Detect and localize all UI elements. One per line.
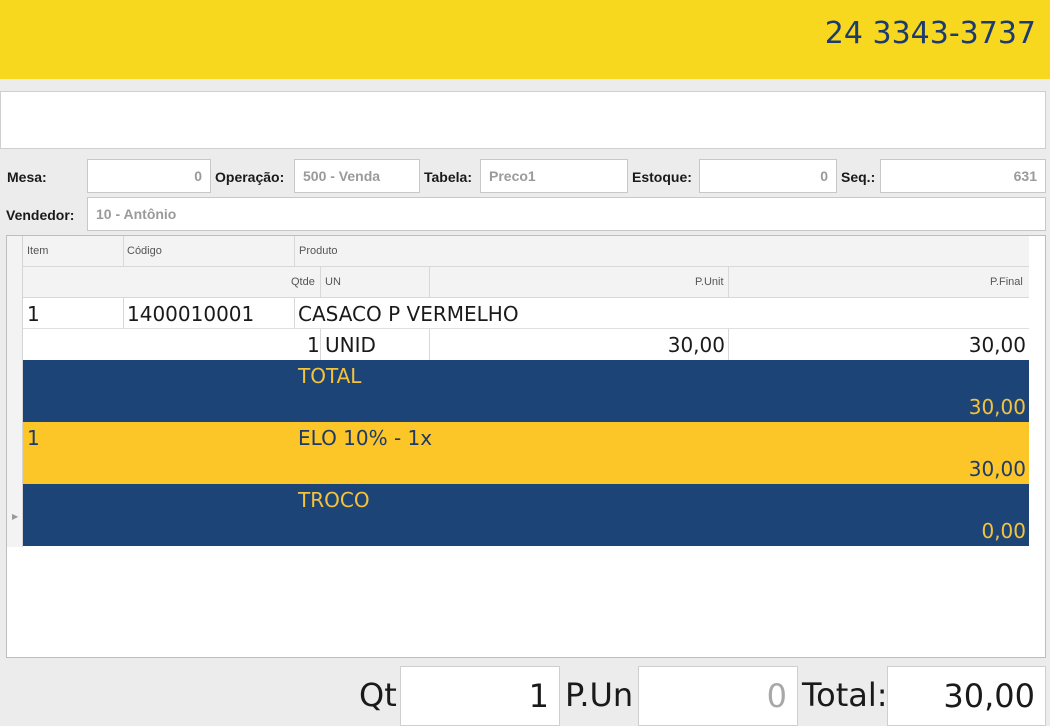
estoque-label: Estoque: bbox=[632, 169, 692, 185]
total-bottom-label: Total: bbox=[802, 676, 888, 714]
table-row[interactable]: 1 1400010001 CASACO P VERMELHO 1 UNID 30… bbox=[23, 298, 1029, 360]
col-header-produto[interactable]: Produto bbox=[299, 245, 338, 257]
col-header-pfinal[interactable]: P.Final bbox=[990, 276, 1023, 288]
vendedor-label: Vendedor: bbox=[6, 207, 75, 223]
col-header-qtde[interactable]: Qtde bbox=[291, 276, 315, 288]
pun-field[interactable]: 0 bbox=[638, 666, 798, 726]
item-final-price: 30,00 bbox=[968, 333, 1026, 357]
estoque-field[interactable]: 0 bbox=[699, 159, 837, 193]
troco-row[interactable]: TROCO 0,00 bbox=[23, 484, 1029, 546]
phone-number: 24 3343-3737 bbox=[824, 16, 1036, 51]
total-value: 30,00 bbox=[968, 395, 1026, 419]
col-header-codigo[interactable]: Código bbox=[127, 245, 162, 257]
seq-field[interactable]: 631 bbox=[880, 159, 1046, 193]
total-label: TOTAL bbox=[298, 364, 362, 388]
grid-header-row-1: Item Código Produto bbox=[23, 236, 1029, 267]
mesa-label: Mesa: bbox=[7, 169, 47, 185]
total-row[interactable]: TOTAL 30,00 bbox=[23, 360, 1029, 422]
operacao-label: Operação: bbox=[215, 169, 285, 185]
items-grid[interactable]: ▶ Item Código Produto Qtde UN P.Unit P.F… bbox=[6, 235, 1046, 658]
col-header-un[interactable]: UN bbox=[325, 276, 341, 288]
troco-value: 0,00 bbox=[981, 519, 1026, 543]
item-unit-price: 30,00 bbox=[667, 333, 725, 357]
tabela-label: Tabela: bbox=[424, 169, 472, 185]
qt-field[interactable]: 1 bbox=[400, 666, 560, 726]
seq-label: Seq.: bbox=[841, 169, 876, 185]
grid-header-row-2: Qtde UN P.Unit P.Final bbox=[23, 267, 1029, 298]
operacao-field[interactable]: 500 - Venda bbox=[294, 159, 420, 193]
row-selector-column bbox=[7, 236, 23, 547]
tabela-field[interactable]: Preco1 bbox=[480, 159, 628, 193]
troco-label: TROCO bbox=[298, 488, 370, 512]
item-unit: UNID bbox=[325, 333, 376, 357]
total-bottom-field: 30,00 bbox=[887, 666, 1046, 726]
payment-item: 1 bbox=[27, 426, 40, 450]
payment-label: ELO 10% - 1x bbox=[298, 426, 433, 450]
item-product: CASACO P VERMELHO bbox=[298, 302, 519, 326]
qt-label: Qt bbox=[359, 676, 397, 714]
info-panel bbox=[0, 91, 1046, 149]
item-qty: 1 bbox=[307, 333, 320, 357]
current-row-arrow-icon: ▶ bbox=[12, 512, 19, 521]
pun-label: P.Un bbox=[565, 676, 634, 714]
payment-value: 30,00 bbox=[968, 457, 1026, 481]
col-header-punit[interactable]: P.Unit bbox=[695, 276, 724, 288]
col-header-item[interactable]: Item bbox=[27, 245, 48, 257]
header-bar: 24 3343-3737 bbox=[0, 0, 1050, 79]
mesa-field[interactable]: 0 bbox=[87, 159, 211, 193]
payment-row[interactable]: 1 ELO 10% - 1x 30,00 bbox=[23, 422, 1029, 484]
item-code: 1400010001 bbox=[127, 302, 255, 326]
vendedor-field[interactable]: 10 - Antônio bbox=[87, 197, 1046, 231]
item-number: 1 bbox=[27, 302, 40, 326]
